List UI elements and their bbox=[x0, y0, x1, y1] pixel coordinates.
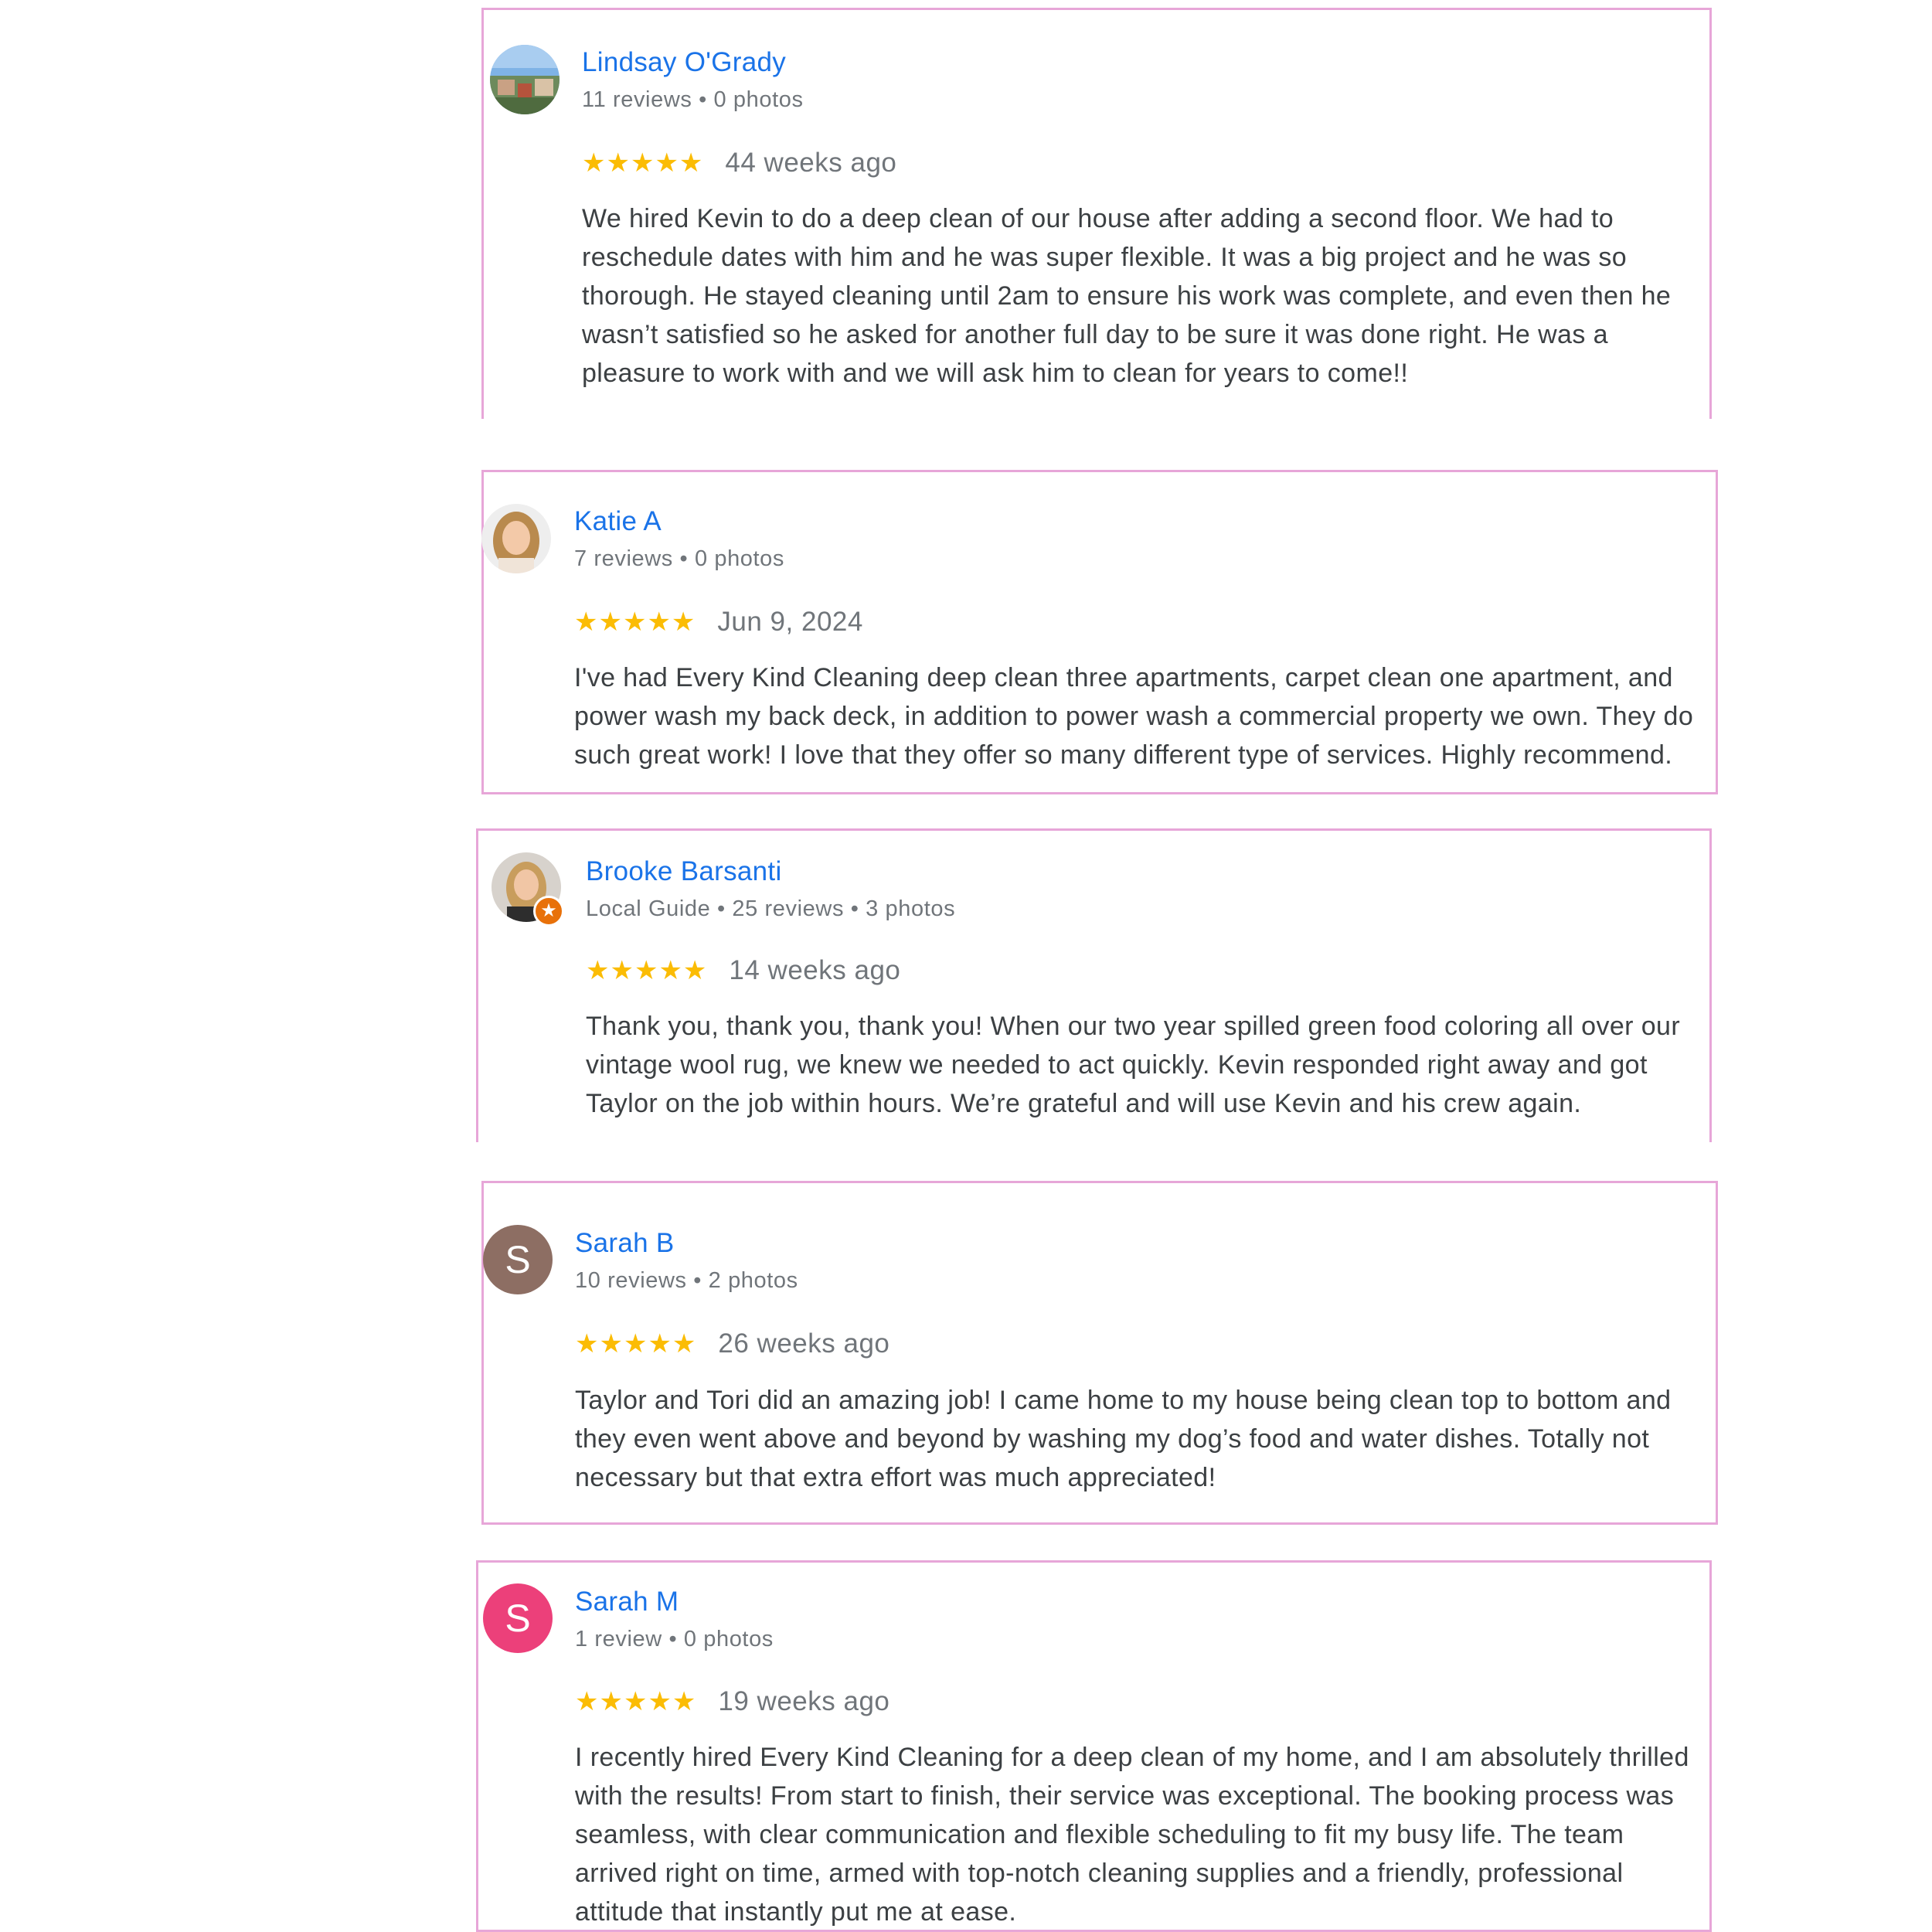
review-date: 14 weeks ago bbox=[729, 955, 901, 985]
reviewer-avatar[interactable]: S bbox=[483, 1583, 553, 1653]
reviewer-avatar[interactable]: S bbox=[483, 1225, 553, 1294]
avatar-photo bbox=[481, 504, 551, 573]
reviewer-stats: 1 review • 0 photos bbox=[575, 1627, 774, 1651]
reviewer-avatar[interactable] bbox=[490, 45, 560, 114]
local-guide-star-icon: ★ bbox=[533, 896, 564, 927]
rating-row: ★★★★★ 26 weeks ago bbox=[575, 1328, 889, 1359]
rating-row: ★★★★★ 14 weeks ago bbox=[586, 955, 900, 986]
star-rating-icon: ★★★★★ bbox=[575, 1686, 697, 1717]
rating-row: ★★★★★ 19 weeks ago bbox=[575, 1686, 889, 1717]
star-rating-icon: ★★★★★ bbox=[574, 607, 696, 638]
reviewer-stats: 7 reviews • 0 photos bbox=[574, 546, 785, 571]
star-rating-icon: ★★★★★ bbox=[575, 1328, 697, 1359]
review-date: Jun 9, 2024 bbox=[717, 607, 863, 637]
reviewer-stats: 11 reviews • 0 photos bbox=[582, 87, 804, 112]
review-date: 19 weeks ago bbox=[718, 1686, 890, 1716]
reviewer-avatar[interactable] bbox=[481, 504, 551, 573]
review-card: ★ Brooke Barsanti Local Guide • 25 revie… bbox=[476, 828, 1712, 1142]
reviewer-name[interactable]: Katie A bbox=[574, 506, 662, 537]
review-text: I've had Every Kind Cleaning deep clean … bbox=[574, 663, 1694, 770]
badge-glyph: ★ bbox=[540, 900, 557, 921]
review-text: Thank you, thank you, thank you! When ou… bbox=[586, 1012, 1681, 1118]
review-date: 26 weeks ago bbox=[718, 1328, 890, 1359]
reviewer-name[interactable]: Sarah B bbox=[575, 1228, 675, 1259]
rating-row: ★★★★★ 44 weeks ago bbox=[582, 148, 896, 179]
review-card: S Sarah B 10 reviews • 2 photos ★★★★★ 26… bbox=[481, 1181, 1718, 1525]
avatar-photo bbox=[490, 45, 560, 114]
reviewer-stats: Local Guide • 25 reviews • 3 photos bbox=[586, 896, 956, 921]
star-rating-icon: ★★★★★ bbox=[586, 955, 708, 986]
review-text: Taylor and Tori did an amazing job! I ca… bbox=[575, 1386, 1672, 1492]
reviewer-name[interactable]: Sarah M bbox=[575, 1587, 679, 1617]
review-text: I recently hired Every Kind Cleaning for… bbox=[575, 1743, 1689, 1927]
reviewer-name[interactable]: Brooke Barsanti bbox=[586, 856, 782, 887]
review-card: S Sarah M 1 review • 0 photos ★★★★★ 19 w… bbox=[476, 1560, 1712, 1932]
star-rating-icon: ★★★★★ bbox=[582, 148, 704, 179]
rating-row: ★★★★★ Jun 9, 2024 bbox=[574, 607, 863, 638]
review-card: Lindsay O'Grady 11 reviews • 0 photos ★★… bbox=[481, 8, 1712, 419]
review-date: 44 weeks ago bbox=[725, 148, 897, 178]
review-text: We hired Kevin to do a deep clean of our… bbox=[582, 204, 1672, 388]
reviewer-name[interactable]: Lindsay O'Grady bbox=[582, 47, 786, 78]
reviewer-stats: 10 reviews • 2 photos bbox=[575, 1268, 798, 1293]
review-card: Katie A 7 reviews • 0 photos ★★★★★ Jun 9… bbox=[481, 470, 1718, 794]
